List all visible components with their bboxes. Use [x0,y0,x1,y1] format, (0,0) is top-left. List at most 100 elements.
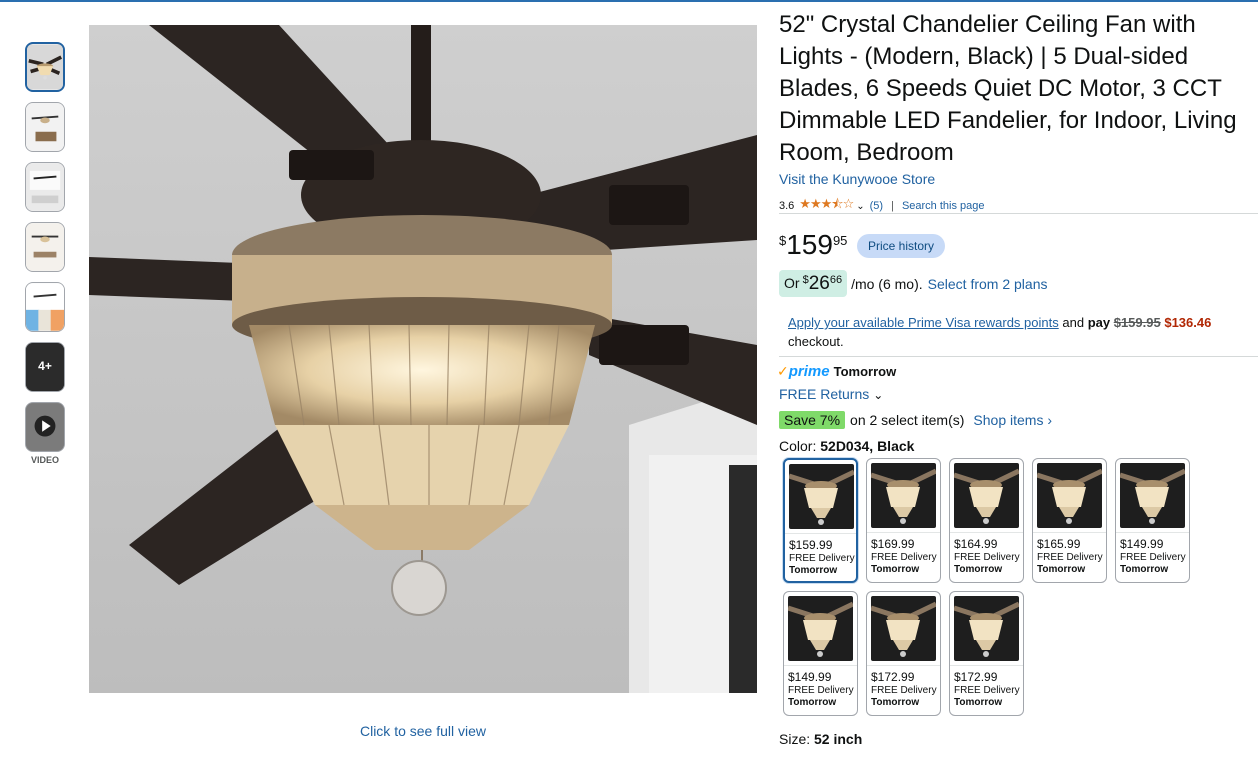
color-swatch[interactable]: $172.99 FREE Delivery Tomorrow [949,591,1024,716]
review-count-link[interactable]: (5) [870,200,883,212]
swatch-delivery: FREE Delivery [871,685,937,696]
visa-rewards-link[interactable]: Apply your available Prime Visa rewards … [788,315,1059,330]
color-swatch[interactable]: $164.99 FREE Delivery Tomorrow [949,458,1024,583]
chandelier-swatch-icon [1120,463,1185,528]
color-label: Color: [779,438,817,454]
promo-row: Save 7% on 2 select item(s) Shop items › [779,411,1052,429]
swatch-day: Tomorrow [954,697,1003,708]
swatch-price: $149.99 [788,670,832,684]
promo-text: on 2 select item(s) [850,412,965,428]
light-modes-thumb-icon [26,283,64,331]
visa-line2: checkout. [788,334,844,349]
swatch-day: Tomorrow [871,564,920,575]
full-view-link[interactable]: Click to see full view [300,723,546,739]
size-label: Size: [779,731,811,747]
chandelier-swatch-icon [871,463,936,528]
thumbnail-5[interactable] [25,282,65,332]
chandelier-swatch-icon [789,464,854,529]
select-plans-link[interactable]: Select from 2 plans [928,276,1048,292]
swatch-divider [867,665,940,666]
chandelier-swatch-icon [954,463,1019,528]
chandelier-swatch-icon [954,596,1019,661]
swatch-day: Tomorrow [871,697,920,708]
swatch-price: $172.99 [871,670,915,684]
chevron-down-icon[interactable]: ⌄ [856,201,864,212]
swatch-day: Tomorrow [1120,564,1169,575]
swatch-divider [1116,532,1189,533]
divider [779,213,1258,214]
swatch-image [1120,463,1185,528]
color-swatch[interactable]: $172.99 FREE Delivery Tomorrow [866,591,941,716]
swatch-price: $164.99 [954,537,998,551]
swatch-delivery: FREE Delivery [954,685,1020,696]
room-thumb-icon [26,103,64,151]
swatch-divider [785,533,856,534]
color-swatch[interactable]: $169.99 FREE Delivery Tomorrow [866,458,941,583]
swatch-delivery: FREE Delivery [954,552,1020,563]
save-badge: Save 7% [779,411,846,429]
swatch-delivery: FREE Delivery [871,552,937,563]
swatch-image [871,596,936,661]
swatch-delivery: FREE Delivery [788,685,854,696]
swatch-price: $149.99 [1120,537,1164,551]
swatch-day: Tomorrow [788,697,837,708]
swatch-delivery: FREE Delivery [789,553,855,564]
thumbnail-1[interactable] [25,42,65,92]
swatch-delivery: FREE Delivery [1037,552,1103,563]
color-swatch[interactable]: $165.99 FREE Delivery Tomorrow [1032,458,1107,583]
chandelier-swatch-icon [871,596,936,661]
price-fraction: 95 [832,233,848,248]
color-row: Color: 52D034, Black [779,438,914,454]
swatch-divider [950,532,1023,533]
monthly-whole: 26 [808,273,830,294]
thumbnail-more[interactable]: 4+ [25,342,65,392]
visa-rewards-row: Apply your available Prime Visa rewards … [788,313,1258,333]
thumbnail-video[interactable] [25,402,65,452]
swatch-image [871,463,936,528]
swatch-image [954,463,1019,528]
swatch-image [788,596,853,661]
price-history-button[interactable]: Price history [857,234,946,258]
prime-delivery-row: ✓ prime Tomorrow [777,363,896,380]
separator: | [891,200,894,212]
color-swatch[interactable]: $149.99 FREE Delivery Tomorrow [1115,458,1190,583]
monthly-suffix: /mo (6 mo). [851,275,923,292]
swatch-day: Tomorrow [789,565,838,576]
visa-new-price: $136.46 [1164,315,1212,330]
swatch-price: $159.99 [789,538,833,552]
thumbnail-4[interactable] [25,222,65,272]
shop-items-link[interactable]: Shop items › [973,412,1052,428]
swatch-day: Tomorrow [954,564,1003,575]
monthly-fraction: 66 [829,274,843,286]
swatch-price: $169.99 [871,537,915,551]
chandelier-swatch-icon [788,596,853,661]
swatch-image [1037,463,1102,528]
color-swatch[interactable]: $149.99 FREE Delivery Tomorrow [783,591,858,716]
chandelier-fan-image [89,25,757,693]
monthly-prefix: Or [784,275,800,291]
thumbnail-3[interactable] [25,162,65,212]
color-swatch[interactable]: $159.99 FREE Delivery Tomorrow [783,458,858,583]
swatch-delivery: FREE Delivery [1120,552,1186,563]
chandelier-thumb-icon [27,44,63,90]
monthly-price-badge: Or $ 26 66 [779,270,848,297]
store-link[interactable]: Visit the Kunywooe Store [779,171,935,187]
main-product-image[interactable] [89,25,757,693]
thumbnail-2[interactable] [25,102,65,152]
visa-pay: pay [1087,315,1111,330]
delivery-day: Tomorrow [833,364,897,379]
video-label: VIDEO [30,455,59,465]
top-border [0,0,1258,2]
visa-old-price: $159.95 [1113,315,1161,330]
price-whole: 159 [786,229,833,260]
price: $ 159 95 [779,228,847,262]
swatch-divider [1033,532,1106,533]
divider [779,356,1258,357]
search-page-link[interactable]: Search this page [902,200,985,212]
monthly-payment-row: Or $ 26 66 /mo (6 mo). Select from 2 pla… [779,270,1048,297]
swatch-image [954,596,1019,661]
dining-room-thumb-icon [26,223,64,271]
free-returns-link[interactable]: FREE Returns ⌄ [779,386,883,402]
swatch-divider [950,665,1023,666]
color-selected: 52D034, Black [820,438,915,454]
